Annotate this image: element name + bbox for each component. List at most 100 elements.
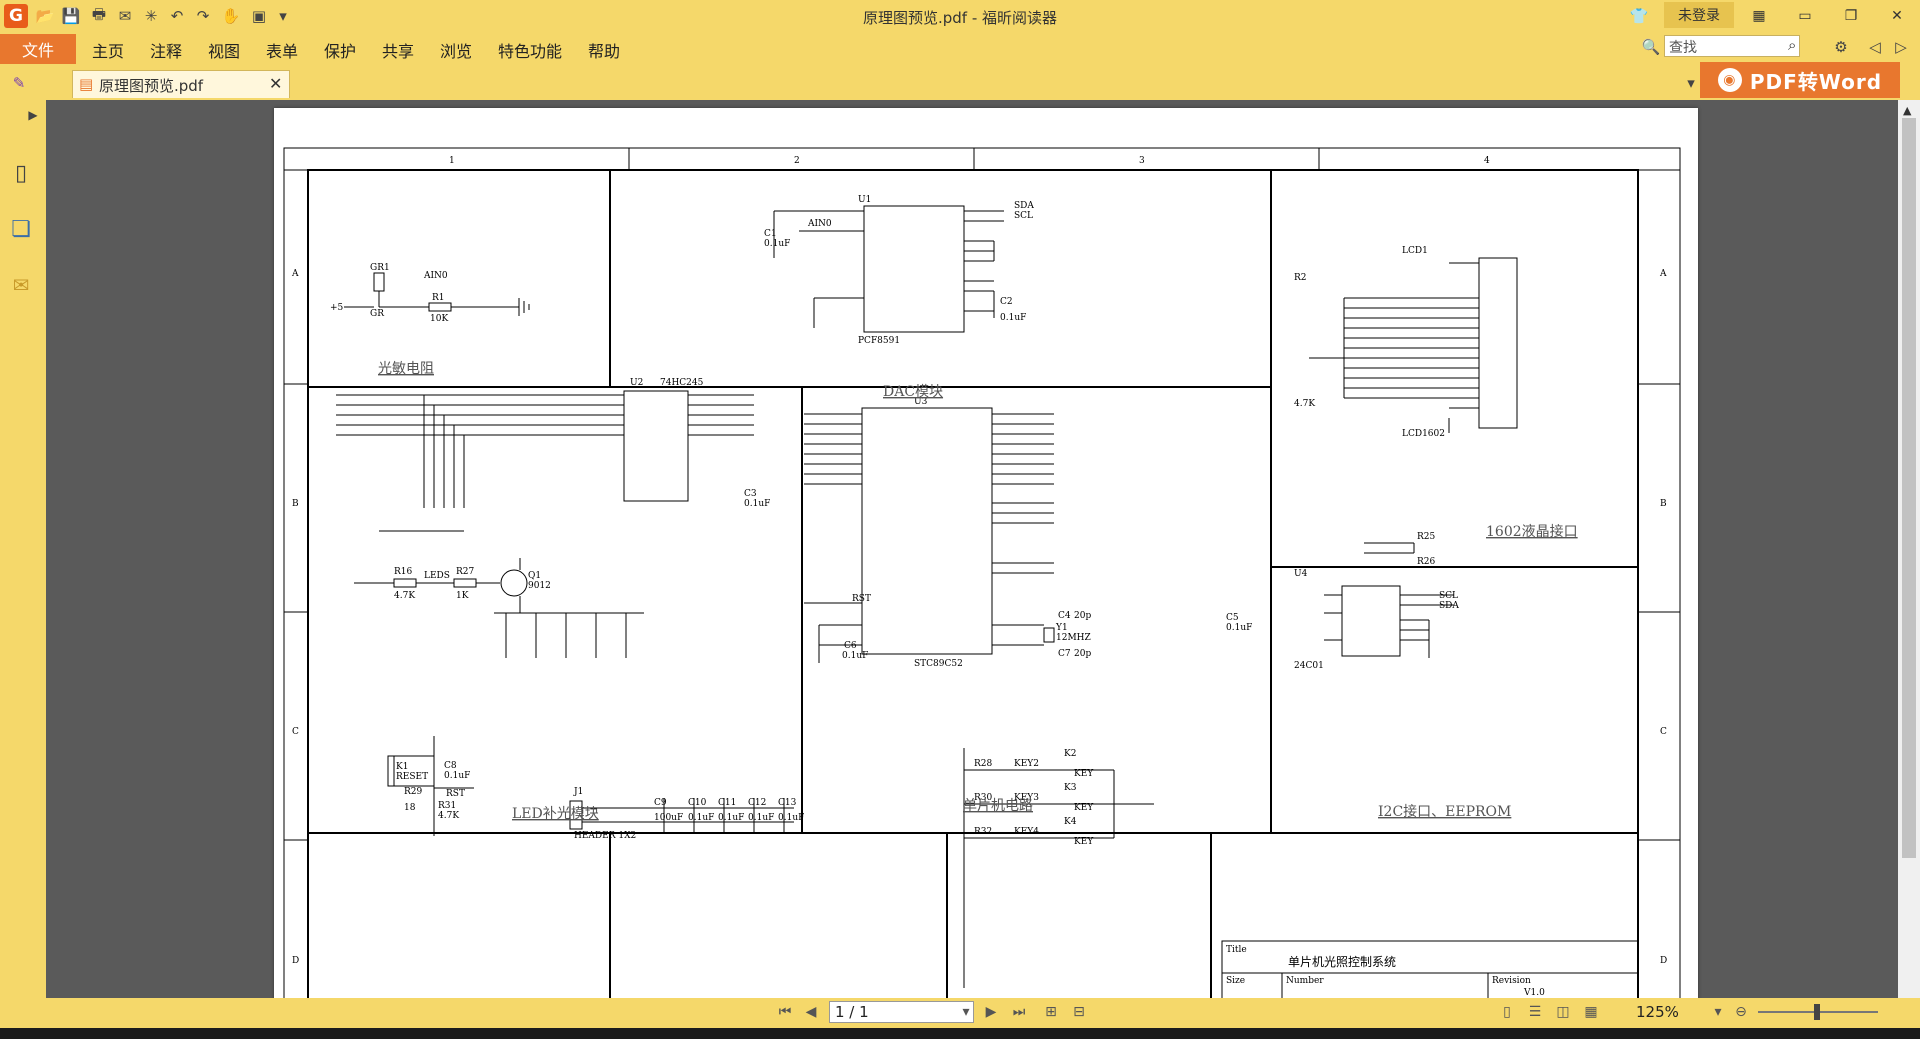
zoom-out-icon[interactable]: ⊖ (1730, 1000, 1752, 1024)
page-number-input[interactable]: 1 / 1 (829, 1001, 974, 1023)
part-c4-value: 20p (1074, 611, 1091, 621)
part-gr1: GR1 (370, 263, 390, 273)
part-c9-value: 100uF (654, 813, 683, 823)
part-k3: K3 (1064, 783, 1077, 793)
layers-icon[interactable]: ❏ (10, 217, 32, 242)
part-r29-value: 18 (404, 803, 416, 813)
part-c12: C12 (748, 798, 766, 808)
part-key2: KEY2 (1014, 759, 1039, 769)
row-label-b: B (292, 499, 299, 509)
save-icon[interactable]: 💾 (60, 5, 82, 27)
print-icon[interactable]: 🖶 (88, 5, 110, 27)
nav-back-icon[interactable]: ◁ (1864, 36, 1886, 58)
document-tab[interactable]: ▤ 原理图预览.pdf ✕ (72, 70, 290, 98)
module-title-mcu: 单片机电路 (963, 798, 1033, 814)
search-input[interactable]: 查找 (1664, 35, 1800, 57)
menu-share[interactable]: 共享 (382, 38, 414, 62)
part-q1-value: 9012 (528, 581, 551, 591)
last-page-icon[interactable]: ⏭ (1008, 1000, 1030, 1024)
part-lcd1: LCD1 (1402, 246, 1428, 256)
tab-bar: ✎ ▤ 原理图预览.pdf ✕ ▾ ◉ PDF转Word (0, 62, 1920, 100)
menu-view[interactable]: 视图 (208, 38, 240, 62)
menu-home[interactable]: 主页 (92, 38, 124, 62)
part-leds: LEDS (424, 571, 450, 581)
74hc245-chip (623, 390, 689, 502)
part-c6-value: 0.1uF (842, 651, 868, 661)
module-title-photoresistor: 光敏电阻 (378, 361, 434, 377)
part-ain0: AIN0 (423, 271, 448, 281)
part-key-k4: KEY (1074, 837, 1094, 847)
new-icon[interactable]: ✳ (140, 5, 162, 27)
part-rst-mcu: RST (852, 594, 871, 604)
menu-form[interactable]: 表单 (266, 38, 298, 62)
part-c11-value: 0.1uF (718, 813, 744, 823)
part-j1: J1 (573, 787, 583, 797)
continuous-facing-icon[interactable]: ▦ (1580, 1000, 1602, 1024)
zoom-dropdown-icon[interactable]: ▾ (1712, 1000, 1724, 1024)
part-key-k3: KEY (1074, 803, 1094, 813)
expand-panel-icon[interactable]: ▶ (22, 104, 44, 126)
maximize-button[interactable]: ❐ (1834, 4, 1868, 28)
minimize-button[interactable]: ▭ (1788, 4, 1822, 28)
scroll-up-icon[interactable]: ▲ (1903, 104, 1911, 117)
file-menu[interactable]: 文件 (0, 34, 76, 64)
select-tool-icon[interactable]: ▣ (248, 5, 270, 27)
outer-frame (283, 147, 1681, 998)
pdf-to-word-button[interactable]: ◉ PDF转Word (1700, 62, 1900, 98)
part-c4: C4 (1058, 611, 1071, 621)
close-button[interactable]: ✕ (1880, 4, 1914, 28)
part-rst-reset: RST (446, 789, 465, 799)
email-icon[interactable]: ✉ (114, 5, 136, 27)
title-block-revision-label: Revision (1492, 976, 1531, 986)
scroll-thumb[interactable] (1902, 118, 1916, 858)
module-title-led: LED补光模块 (512, 806, 599, 822)
login-button[interactable]: 未登录 (1664, 2, 1734, 28)
document-tab-label: 原理图预览.pdf (99, 77, 204, 95)
part-u4: U4 (1294, 569, 1308, 579)
page-thumbnails-icon[interactable]: ▯ (10, 161, 32, 186)
hand-tool-icon[interactable]: ✋ (220, 5, 242, 27)
search-icon[interactable]: ⌕ (1788, 36, 1796, 54)
col-label-4: 4 (1484, 156, 1490, 166)
tab-list-dropdown-icon[interactable]: ▾ (1680, 72, 1702, 94)
part-c1: C1 (764, 229, 777, 239)
redo-icon[interactable]: ↷ (192, 5, 214, 27)
prev-page-icon[interactable]: ◀ (800, 1000, 822, 1024)
fit-page-icon[interactable]: ⊞ (1040, 1000, 1062, 1024)
menu-protect[interactable]: 保护 (324, 38, 356, 62)
find-icon[interactable]: 🔍 (1640, 36, 1662, 58)
skin-icon[interactable]: 👕 (1628, 5, 1650, 27)
left-navigation-panel: ▶ ▯ ❏ ✉ (0, 100, 46, 998)
nav-forward-icon[interactable]: ▷ (1890, 36, 1912, 58)
quick-access-dropdown-icon[interactable]: ▾ (276, 5, 290, 27)
menu-comment[interactable]: 注释 (150, 38, 182, 62)
vertical-scrollbar[interactable]: ▲ (1898, 100, 1920, 998)
settings-gear-icon[interactable]: ⚙ (1830, 36, 1852, 58)
open-folder-icon[interactable]: 📂 (34, 5, 56, 27)
first-page-icon[interactable]: ⏮ (774, 1000, 796, 1024)
layout-icon[interactable]: ▦ (1742, 4, 1776, 28)
continuous-page-icon[interactable]: ☰ (1524, 1000, 1546, 1024)
part-c8-value: 0.1uF (444, 771, 470, 781)
part-key-k2: KEY (1074, 769, 1094, 779)
menu-browse[interactable]: 浏览 (440, 38, 472, 62)
sidebar-toggle-icon[interactable]: ✎ (8, 72, 30, 94)
fit-width-icon[interactable]: ⊟ (1068, 1000, 1090, 1024)
zoom-slider-thumb[interactable] (1814, 1004, 1820, 1020)
document-view[interactable]: 1 2 3 4 A B C D A B C D GR1 GR AIN0 R1 1… (46, 100, 1898, 998)
menu-help[interactable]: 帮助 (588, 38, 620, 62)
undo-icon[interactable]: ↶ (166, 5, 188, 27)
menu-features[interactable]: 特色功能 (498, 38, 562, 62)
part-y1-value: 12MHZ (1056, 633, 1091, 643)
zoom-level[interactable]: 125% (1636, 1003, 1679, 1021)
page-dropdown-icon[interactable]: ▾ (960, 1000, 972, 1024)
facing-page-icon[interactable]: ◫ (1552, 1000, 1574, 1024)
tab-close-icon[interactable]: ✕ (269, 74, 282, 93)
part-c11: C11 (718, 798, 736, 808)
next-page-icon[interactable]: ▶ (980, 1000, 1002, 1024)
part-c3-value: 0.1uF (744, 499, 770, 509)
part-c7: C7 (1058, 649, 1071, 659)
comments-icon[interactable]: ✉ (10, 273, 32, 297)
module-title-lcd: 1602液晶接口 (1486, 523, 1578, 540)
single-page-icon[interactable]: ▯ (1496, 1000, 1518, 1024)
